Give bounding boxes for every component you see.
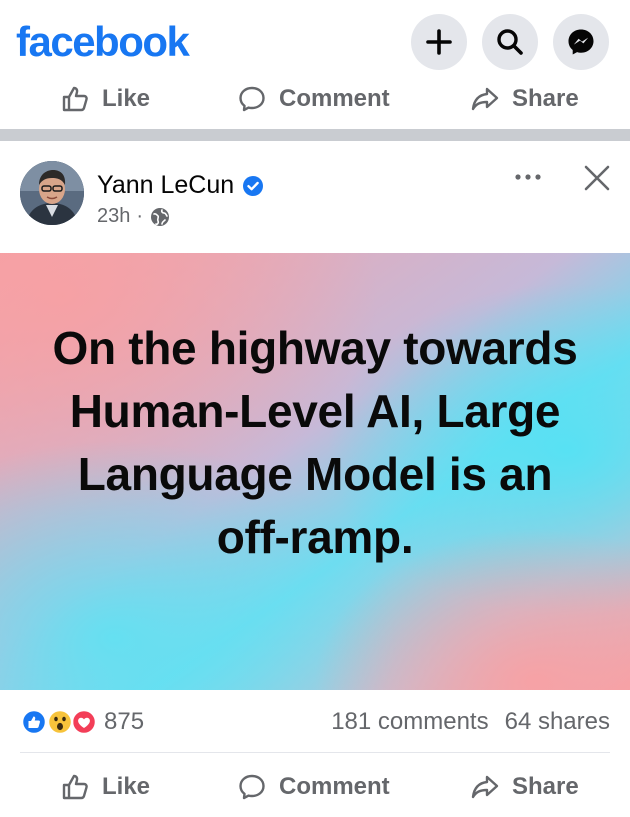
stats-divider xyxy=(20,752,610,753)
reaction-icons[interactable] xyxy=(20,708,100,736)
more-options-icon[interactable] xyxy=(512,165,544,189)
like-label: Like xyxy=(102,85,151,112)
share-button[interactable]: Share xyxy=(470,762,579,812)
share-label: Share xyxy=(512,773,579,800)
like-reaction-icon xyxy=(20,708,48,736)
comment-icon xyxy=(239,774,265,800)
reaction-count[interactable]: 875 xyxy=(104,708,144,736)
like-button[interactable]: Like xyxy=(60,762,150,812)
top-app-bar: facebook xyxy=(0,0,630,76)
reactions-group xyxy=(20,708,98,736)
comment-button[interactable]: Comment xyxy=(237,762,390,812)
comment-icon xyxy=(239,86,265,112)
shares-count[interactable]: 64 shares xyxy=(505,708,610,736)
facebook-logo[interactable]: facebook xyxy=(16,16,190,68)
like-button[interactable]: Like xyxy=(60,74,150,124)
meta-separator: · xyxy=(136,205,144,227)
engagement-counts: 181 comments 64 shares xyxy=(331,708,610,736)
author-name-text: Yann LeCun xyxy=(97,171,235,199)
post-meta: 23h · xyxy=(97,205,171,228)
post-header: Yann LeCun 23h · xyxy=(0,141,630,253)
like-icon xyxy=(62,86,88,112)
verified-badge-icon xyxy=(243,175,264,196)
comment-label: Comment xyxy=(279,773,390,800)
post-time[interactable]: 23h xyxy=(97,205,130,228)
post-stats: 875 181 comments 64 shares xyxy=(0,690,630,754)
search-button[interactable] xyxy=(482,14,538,70)
messenger-icon xyxy=(568,29,594,55)
comments-count[interactable]: 181 comments xyxy=(331,708,488,736)
plus-icon xyxy=(426,29,452,55)
avatar[interactable] xyxy=(20,161,84,225)
share-icon xyxy=(471,87,499,111)
author-name[interactable]: Yann LeCun xyxy=(97,171,264,200)
like-icon xyxy=(62,774,88,800)
love-reaction-icon xyxy=(70,708,98,736)
search-icon xyxy=(497,29,523,55)
like-label: Like xyxy=(102,773,151,800)
create-button[interactable] xyxy=(411,14,467,70)
messenger-button[interactable] xyxy=(553,14,609,70)
post-text: On the highway towards Human-Level AI, L… xyxy=(52,322,578,563)
previous-post-actions: Like Comment Share xyxy=(0,74,630,124)
comment-label: Comment xyxy=(279,85,390,112)
feed-separator xyxy=(0,129,630,141)
share-icon xyxy=(471,775,499,799)
avatar-image xyxy=(20,161,84,225)
comment-button[interactable]: Comment xyxy=(237,74,390,124)
share-button[interactable]: Share xyxy=(470,74,579,124)
post-actions: Like Comment Share xyxy=(0,762,630,812)
post-text-card[interactable]: On the highway towards Human-Level AI, L… xyxy=(0,253,630,690)
close-icon[interactable] xyxy=(582,163,612,193)
globe-icon xyxy=(151,207,170,226)
share-label: Share xyxy=(512,85,579,112)
wow-reaction-icon xyxy=(46,708,74,736)
